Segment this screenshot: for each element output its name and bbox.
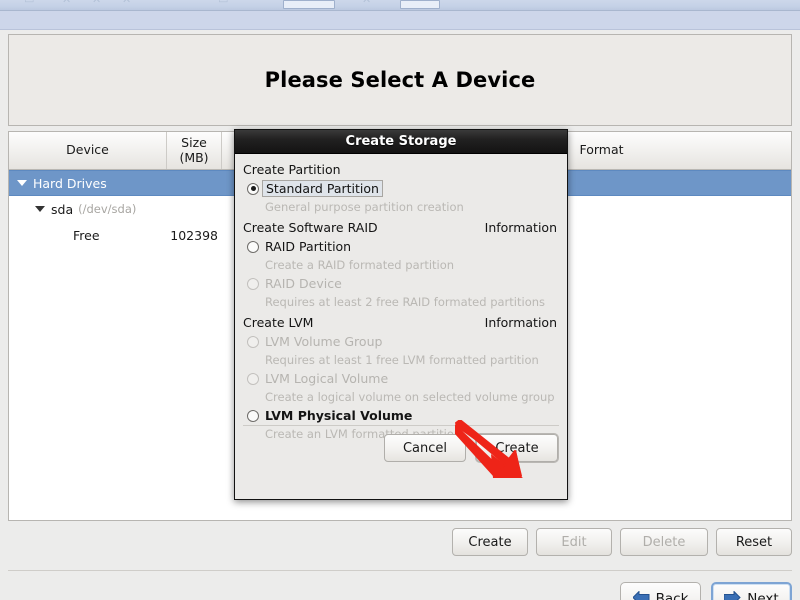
chevron-down-icon[interactable] <box>35 206 45 212</box>
create-storage-dialog: Create Storage Create Partition Standard… <box>234 129 568 500</box>
right-arrow-icon <box>723 590 741 600</box>
toolbar-ghost-icon: ▭ <box>218 0 228 6</box>
group-header-create-lvm: Create LVM Information <box>243 315 559 330</box>
option-label: LVM Logical Volume <box>265 371 389 386</box>
device-action-buttons: Create Edit Delete Reset <box>8 527 792 557</box>
option-hint: General purpose partition creation <box>265 200 464 214</box>
device-path: (/dev/sda) <box>78 202 137 216</box>
toolbar-ghost-icon: ✕ <box>122 0 131 6</box>
toolbar-ghost-icon: ✕ <box>92 0 101 6</box>
left-arrow-icon <box>631 590 650 600</box>
device-cell: Hard Drives <box>9 176 167 191</box>
page-title: Please Select A Device <box>264 68 536 92</box>
option-label: LVM Physical Volume <box>265 408 413 423</box>
group-label: Create Partition <box>243 162 341 177</box>
dialog-cancel-button[interactable]: Cancel <box>384 434 466 462</box>
group-information-link[interactable]: Information <box>485 220 559 235</box>
option-hint: Create a logical volume on selected volu… <box>265 390 555 404</box>
radio-icon[interactable] <box>247 240 259 253</box>
back-button[interactable]: Back <box>620 582 701 600</box>
toolbar-ghost-field <box>400 0 440 9</box>
reset-button[interactable]: Reset <box>716 528 792 556</box>
group-label: Create Software RAID <box>243 220 378 235</box>
column-header-size[interactable]: Size (MB) <box>167 132 222 169</box>
option-label: RAID Partition <box>265 239 352 254</box>
group-header-create-software-raid: Create Software RAID Information <box>243 220 559 235</box>
option-lvm-logical-volume: LVM Logical Volume <box>247 369 559 388</box>
toolbar-ghost-icon: ▭ <box>24 0 34 6</box>
column-header-device[interactable]: Device <box>9 132 167 169</box>
radio-icon <box>247 335 259 348</box>
toolbar-ghost-field <box>283 0 335 9</box>
option-lvm-physical-volume[interactable]: LVM Physical Volume <box>247 406 559 425</box>
toolbar-ghost-icon: ✕ <box>62 0 71 6</box>
radio-icon <box>247 277 259 290</box>
radio-icon <box>247 372 259 385</box>
option-standard-partition[interactable]: Standard Partition <box>247 179 559 198</box>
next-button[interactable]: Next <box>711 582 792 600</box>
size-cell: 102398 <box>170 227 218 243</box>
back-button-label: Back <box>655 591 689 600</box>
delete-button: Delete <box>620 528 708 556</box>
create-button[interactable]: Create <box>452 528 528 556</box>
wizard-nav: Back Next <box>620 582 792 600</box>
option-raid-device: RAID Device <box>247 274 559 293</box>
group-header-create-partition: Create Partition <box>243 162 559 177</box>
radio-icon[interactable] <box>247 182 259 195</box>
chevron-down-icon[interactable] <box>17 180 27 186</box>
toolbar-underband <box>0 11 800 30</box>
group-label: Create LVM <box>243 315 314 330</box>
option-hint: Requires at least 1 free LVM formatted p… <box>265 353 539 367</box>
screen: ▭ ✕ ✕ ✕ ▭ ✕ Please Select A Device Devic… <box>0 0 800 600</box>
page-title-panel: Please Select A Device <box>8 34 792 126</box>
dialog-buttons: Cancel Create <box>384 434 558 462</box>
next-button-label: Next <box>747 591 779 600</box>
option-label: RAID Device <box>265 276 342 291</box>
radio-icon[interactable] <box>247 409 259 422</box>
clipped-toolbar-strip: ▭ ✕ ✕ ✕ ▭ ✕ <box>0 0 800 11</box>
dialog-divider <box>243 425 559 426</box>
dialog-title: Create Storage <box>235 130 567 154</box>
option-label: Standard Partition <box>262 180 383 197</box>
option-hint: Requires at least 2 free RAID formated p… <box>265 295 546 309</box>
option-raid-partition[interactable]: RAID Partition <box>247 237 559 256</box>
edit-button: Edit <box>536 528 612 556</box>
device-cell: Free <box>73 227 100 243</box>
option-lvm-volume-group: LVM Volume Group <box>247 332 559 351</box>
dialog-create-button[interactable]: Create <box>476 434 558 462</box>
dialog-body: Create Partition Standard Partition Gene… <box>235 154 567 470</box>
group-information-link[interactable]: Information <box>485 315 559 330</box>
option-hint: Create a RAID formated partition <box>265 258 455 272</box>
footer-divider <box>8 570 792 571</box>
option-label: LVM Volume Group <box>265 334 383 349</box>
device-cell: sda (/dev/sda) <box>9 202 167 217</box>
toolbar-ghost-icon: ✕ <box>362 0 371 6</box>
